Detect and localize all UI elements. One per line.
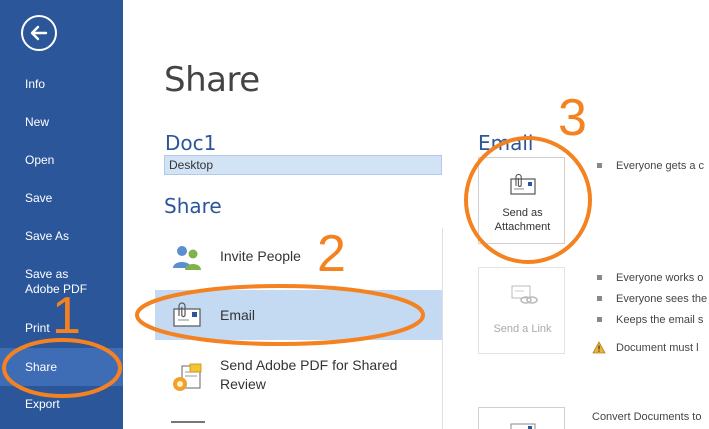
pdf-shared-review-icon: [173, 363, 202, 391]
page-title: Share: [164, 60, 260, 100]
convert-info-text: Convert Documents to: [592, 411, 702, 423]
send-a-link-button[interactable]: Send a Link: [478, 267, 565, 354]
email-section-heading: Email: [478, 131, 534, 155]
bullet: [597, 275, 602, 280]
link-warning-text: Document must l: [616, 342, 699, 354]
email-attachment-icon: [173, 302, 201, 327]
annotation-number-1: 1: [52, 287, 81, 345]
bullet: [597, 163, 602, 168]
sidebar-item-share[interactable]: Share: [0, 348, 123, 386]
send-as-attachment-button[interactable]: Send as Attachment: [478, 157, 565, 244]
share-list-divider: [442, 228, 443, 429]
bullet: [597, 317, 602, 322]
link-info-text: Everyone works o: [616, 272, 704, 284]
share-option-label: Send Adobe PDF for Shared Review: [220, 357, 398, 392]
share-option-label: Invite People: [220, 248, 301, 264]
send-a-link-label: Send a Link: [493, 323, 552, 335]
bullet: [597, 296, 602, 301]
attachment-info-text: Everyone gets a c: [616, 160, 705, 172]
share-option-label: Email: [220, 307, 256, 323]
sidebar-item-save-as[interactable]: Save As: [0, 229, 123, 246]
document-name: Doc1: [165, 131, 217, 155]
send-as-attachment-label: Send as Attachment: [494, 207, 551, 233]
link-info-text: Keeps the email s: [616, 314, 704, 326]
annotation-number-2: 2: [317, 225, 346, 283]
convert-button[interactable]: [478, 407, 565, 429]
share-option-email[interactable]: Email: [155, 290, 442, 340]
document-location: Desktop: [164, 155, 442, 175]
sidebar-item-save[interactable]: Save: [0, 191, 123, 208]
share-section-heading: Share: [164, 194, 222, 218]
attachment-envelope-icon: [510, 173, 536, 195]
link-info-text: Everyone sees the: [616, 293, 708, 305]
share-option-invite-people[interactable]: Invite People: [155, 231, 442, 281]
annotation-number-3: 3: [558, 89, 587, 147]
link-envelope-icon: [511, 285, 538, 304]
sidebar-item-open[interactable]: Open: [0, 153, 123, 170]
warning-icon: [592, 341, 606, 354]
backstage-sidebar: Info New Open Save Save As Save as Adobe…: [0, 0, 123, 429]
share-option-partial-icon: [171, 421, 205, 429]
people-icon: [173, 246, 201, 270]
sidebar-item-export[interactable]: Export: [0, 397, 123, 414]
back-arrow-icon: [30, 25, 48, 41]
sidebar-item-new[interactable]: New: [0, 115, 123, 132]
back-button[interactable]: [21, 15, 57, 51]
share-option-send-adobe-pdf-review[interactable]: Send Adobe PDF for Shared Review: [155, 352, 442, 412]
envelope-icon: [510, 423, 536, 429]
sidebar-item-info[interactable]: Info: [0, 77, 123, 94]
